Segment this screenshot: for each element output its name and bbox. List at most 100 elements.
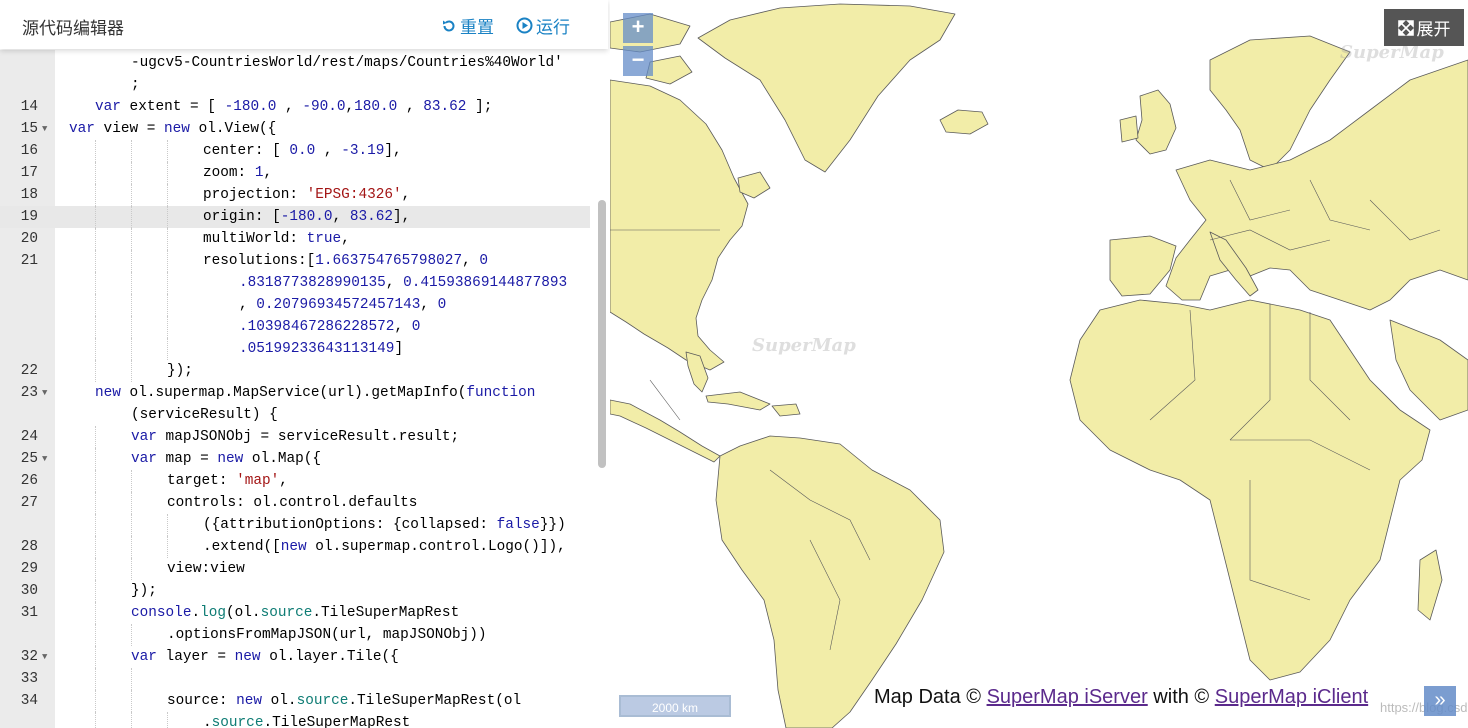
code-line[interactable]: 30}); [0, 580, 590, 602]
code-line[interactable]: .optionsFromMapJSON(url, mapJSONObj)) [0, 624, 590, 646]
indent-guide [167, 514, 168, 536]
run-label: 运行 [536, 18, 570, 37]
code-line[interactable]: 19 origin: [-180.0, 83.62], [0, 206, 590, 228]
line-number: 23 [20, 385, 38, 401]
expand-button[interactable]: 展开 [1384, 9, 1464, 46]
indent-guide [131, 250, 132, 272]
code-line[interactable]: 16 center: [ 0.0 , -3.19], [0, 140, 590, 162]
code-text: (serviceResult) { [131, 407, 278, 423]
zoom-in-button[interactable]: + [623, 13, 653, 43]
code-text: console.log(ol.source.TileSuperMapRest [131, 605, 460, 621]
code-text: new ol.supermap.MapService(url).getMapIn… [95, 385, 536, 401]
indent-guide [95, 162, 96, 184]
line-number: 15 [20, 121, 38, 137]
indent-guide [131, 162, 132, 184]
map-panel[interactable]: SuperMap SuperMap + − 展开 2000 km Map Dat… [610, 0, 1468, 728]
run-button[interactable]: 运行 [516, 13, 570, 38]
central-america [610, 399, 721, 463]
code-text: target: 'map', [167, 473, 288, 489]
indent-guide [95, 294, 96, 316]
supermap-iclient-link[interactable]: SuperMap iClient [1215, 686, 1368, 708]
code-line[interactable]: .05199233643113149] [0, 338, 590, 360]
indent-guide [95, 492, 96, 514]
line-number: 14 [20, 99, 38, 115]
code-area[interactable]: -ugcv5-CountriesWorld/rest/maps/Countrie… [0, 50, 610, 728]
indent-guide [131, 558, 132, 580]
code-line[interactable]: 22}); [0, 360, 590, 382]
code-line[interactable]: 33 [0, 668, 590, 690]
iberia [1109, 235, 1177, 297]
code-text: source: new ol.source.TileSuperMapRest(o… [167, 693, 522, 709]
code-line[interactable]: 29 view:view [0, 558, 590, 580]
code-line[interactable]: 31 console.log(ol.source.TileSuperMapRest [0, 602, 590, 624]
code-line[interactable]: .10398467286228572, 0 [0, 316, 590, 338]
attribution-collapse-button[interactable]: » [1424, 686, 1456, 716]
great-britain [1135, 89, 1177, 155]
line-number: 29 [20, 561, 38, 577]
code-line[interactable]: 34 source: new ol.source.TileSuperMapRest… [0, 690, 590, 712]
code-line[interactable]: 24 var mapJSONObj = serviceResult.result; [0, 426, 590, 448]
code-line[interactable]: 18 projection: 'EPSG:4326', [0, 184, 590, 206]
fold-arrow-icon[interactable]: ▼ [42, 646, 47, 668]
code-line[interactable]: ; [0, 74, 590, 96]
indent-guide [167, 536, 168, 558]
code-line[interactable]: 14 var extent = [ -180.0 , -90.0,180.0 , … [0, 96, 590, 118]
editor-title: 源代码编辑器 [22, 19, 124, 38]
fold-arrow-icon[interactable]: ▼ [42, 118, 47, 140]
iceland [939, 109, 989, 135]
expand-arrows-icon [1397, 19, 1414, 36]
indent-guide [131, 536, 132, 558]
code-line[interactable]: 17 zoom: 1, [0, 162, 590, 184]
line-number: 33 [20, 671, 38, 687]
code-text: }); [167, 363, 193, 379]
indent-guide [131, 690, 132, 712]
indent-guide [131, 360, 132, 382]
code-text: var layer = new ol.layer.Tile({ [131, 649, 399, 665]
code-line[interactable]: , 0.20796934572457143, 0 [0, 294, 590, 316]
code-lines[interactable]: -ugcv5-CountriesWorld/rest/maps/Countrie… [0, 52, 590, 728]
code-line[interactable]: 27 controls: ol.control.defaults [0, 492, 590, 514]
indent-guide [131, 228, 132, 250]
indent-guide [95, 624, 96, 646]
line-number: 18 [20, 187, 38, 203]
code-text: resolutions:[1.663754765798027, 0 [203, 253, 488, 269]
code-line[interactable]: 28 .extend([new ol.supermap.control.Logo(… [0, 536, 590, 558]
attribution-mid: with © [1147, 686, 1215, 708]
indent-guide [95, 712, 96, 728]
code-text: var map = new ol.Map({ [131, 451, 322, 467]
code-line[interactable]: ({attributionOptions: {collapsed: false}… [0, 514, 590, 536]
code-text: projection: 'EPSG:4326', [203, 187, 411, 203]
fold-arrow-icon[interactable]: ▼ [42, 382, 47, 404]
code-line[interactable]: 20 multiWorld: true, [0, 228, 590, 250]
code-text: .source.TileSuperMapRest [203, 715, 411, 728]
code-line[interactable]: 21 resolutions:[1.663754765798027, 0 [0, 250, 590, 272]
code-line[interactable]: 25 ▼ var map = new ol.Map({ [0, 448, 590, 470]
zoom-out-button[interactable]: − [623, 46, 653, 76]
line-number: 28 [20, 539, 38, 555]
code-line[interactable]: 26 target: 'map', [0, 470, 590, 492]
code-text: zoom: 1, [203, 165, 273, 181]
line-number: 19 [20, 209, 38, 225]
reset-button[interactable]: 重置 [441, 13, 494, 38]
supermap-iserver-link[interactable]: SuperMap iServer [987, 686, 1148, 708]
code-line[interactable]: -ugcv5-CountriesWorld/rest/maps/Countrie… [0, 52, 590, 74]
indent-guide [131, 712, 132, 728]
world-map[interactable] [610, 0, 1468, 728]
indent-guide [95, 602, 96, 624]
code-line[interactable]: 32 ▼ var layer = new ol.layer.Tile({ [0, 646, 590, 668]
indent-guide [131, 184, 132, 206]
indent-guide [95, 470, 96, 492]
code-text: var view = new ol.View({ [69, 121, 277, 137]
fold-arrow-icon[interactable]: ▼ [42, 448, 47, 470]
line-number: 22 [20, 363, 38, 379]
code-line[interactable]: (serviceResult) { [0, 404, 590, 426]
code-line[interactable]: .8318773828990135, 0.41593869144877893 [0, 272, 590, 294]
editor-scrollbar[interactable] [598, 200, 606, 468]
code-text: .05199233643113149] [239, 341, 404, 357]
indent-guide [95, 580, 96, 602]
cuba [705, 391, 771, 411]
code-line[interactable]: .source.TileSuperMapRest [0, 712, 590, 728]
indent-guide [131, 338, 132, 360]
code-line[interactable]: 15 ▼ var view = new ol.View({ [0, 118, 590, 140]
code-line[interactable]: 23 ▼ new ol.supermap.MapService(url).getMa… [0, 382, 590, 404]
